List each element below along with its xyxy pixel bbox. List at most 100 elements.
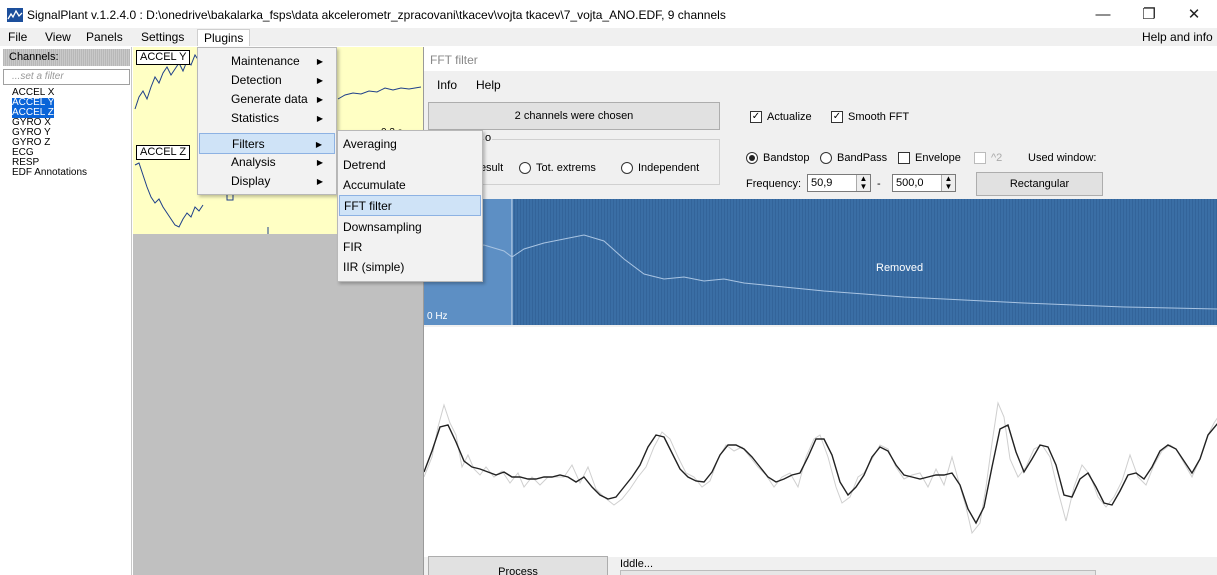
filters-menu-item-label: FFT filter	[344, 199, 392, 213]
menu-plugins[interactable]: Plugins	[197, 29, 251, 46]
menu-view[interactable]: View	[39, 29, 77, 46]
plugins-menu-item-label: Generate data	[231, 92, 308, 106]
plugins-menu-item-label: Maintenance	[231, 54, 300, 68]
checkbox-icon	[898, 152, 910, 164]
channel-filter-placeholder-text: set a filter	[20, 71, 64, 82]
process-button[interactable]: Process	[428, 556, 608, 575]
spin-arrows-icon[interactable]: ▲ ▼	[856, 175, 870, 191]
actualize-label: Actualize	[767, 111, 812, 123]
filters-menu-item[interactable]: Detrend	[339, 155, 481, 176]
radio-icon	[519, 162, 531, 174]
filters-menu-item[interactable]: Downsampling	[339, 217, 481, 238]
signal-label-accel-y: ACCEL Y	[136, 50, 191, 65]
freq-from-stepper[interactable]: 50,9 ▲ ▼	[807, 174, 871, 192]
channels-header: Channels:	[3, 49, 130, 66]
radio-selected-icon	[746, 152, 758, 164]
plugins-menu-item-label: Detection	[231, 73, 282, 87]
fft-menu-bar: Info Help	[424, 75, 1217, 95]
plugins-menu-item[interactable]: Detection ▶	[199, 70, 335, 91]
close-button[interactable]: ✕	[1171, 0, 1217, 30]
radio-icon	[820, 152, 832, 164]
minimize-button[interactable]: —	[1080, 0, 1126, 30]
freq-to-value: 500,0	[896, 177, 924, 189]
fft-menu-help[interactable]: Help	[476, 78, 501, 92]
plugins-menu-item[interactable]: Maintenance ▶	[199, 51, 335, 72]
menu-panels[interactable]: Panels	[80, 29, 129, 46]
submenu-arrow-icon: ▶	[316, 95, 323, 104]
filtered-waveform-view[interactable]	[424, 327, 1217, 557]
zero-hz-label: 0 Hz	[427, 311, 448, 322]
fft-title-bar: FFT filter	[424, 47, 1217, 71]
freq-from-value: 50,9	[811, 177, 833, 189]
radio-tot-extrems-label: Tot. extrems	[536, 162, 596, 174]
frequency-label: Frequency:	[746, 178, 802, 190]
freq-to-stepper[interactable]: 500,0 ▲ ▼	[892, 174, 956, 192]
filters-menu-item[interactable]: Accumulate	[339, 175, 481, 196]
menu-bar: File View Panels Settings Plugins Help a…	[0, 28, 1217, 46]
spectrum-view[interactable]: Removed 0 Hz	[424, 199, 1217, 325]
title-bar: SignalPlant v.1.2.4.0 : D:\onedrive\baka…	[0, 0, 1217, 30]
freq-separator: -	[877, 178, 881, 190]
pow2-label: ^2	[991, 152, 1003, 164]
submenu-arrow-icon: ▶	[316, 76, 323, 85]
menu-settings[interactable]: Settings	[135, 29, 190, 46]
radio-independent[interactable]: Independent	[621, 162, 699, 174]
channel-filter-input[interactable]: ...set a filter	[3, 69, 130, 85]
menu-file[interactable]: File	[2, 29, 33, 46]
maximize-button[interactable]: ❐	[1126, 0, 1172, 30]
filters-menu-item[interactable]: IIR (simple)	[339, 257, 481, 278]
plugins-menu-item[interactable]: Statistics ▶	[199, 108, 335, 129]
removed-band-label: Removed	[876, 262, 924, 274]
submenu-arrow-icon: ▶	[316, 158, 323, 167]
window-title: SignalPlant v.1.2.4.0 : D:\onedrive\baka…	[27, 8, 726, 22]
fft-filter-window: FFT filter Info Help 2 channels were cho…	[423, 47, 1217, 575]
envelope-checkbox[interactable]: Envelope	[898, 152, 961, 164]
fft-menu-info[interactable]: Info	[437, 78, 457, 92]
plugins-menu-item[interactable]: Generate data ▶	[199, 89, 335, 110]
submenu-arrow-icon: ▶	[316, 57, 323, 66]
smooth-fft-label: Smooth FFT	[848, 111, 910, 123]
bandpass-label: BandPass	[837, 152, 888, 164]
radio-bandpass[interactable]: BandPass	[820, 152, 887, 164]
filters-menu-item-fft[interactable]: FFT filter	[339, 195, 481, 216]
checkbox-icon	[974, 152, 986, 164]
progress-bar	[620, 570, 1096, 575]
check-icon: ✓	[750, 111, 762, 123]
plugins-menu-item[interactable]: Display ▶	[199, 171, 335, 192]
waveform-plot	[424, 401, 1217, 535]
pow2-checkbox[interactable]: ^2	[974, 152, 1002, 164]
bandstop-label: Bandstop	[763, 152, 810, 164]
envelope-label: Envelope	[915, 152, 961, 164]
filters-menu-item[interactable]: Averaging	[339, 134, 481, 155]
plugins-menu-item-filters[interactable]: Filters ▶	[199, 133, 335, 154]
plugins-menu-item-label: Statistics	[231, 111, 280, 125]
smooth-fft-checkbox[interactable]: ✓ Smooth FFT	[831, 111, 909, 123]
filters-submenu: Averaging Detrend Accumulate FFT filter …	[337, 130, 483, 282]
spin-arrows-icon[interactable]: ▲ ▼	[941, 175, 955, 191]
status-text: Iddle...	[620, 558, 654, 570]
menu-help-and-info[interactable]: Help and info	[1136, 29, 1217, 46]
filters-menu-item-label: Averaging	[343, 137, 397, 151]
radio-icon	[621, 162, 633, 174]
fft-window-title: FFT filter	[430, 53, 478, 67]
filters-menu-item-label: Downsampling	[343, 220, 422, 234]
signal-label-accel-z: ACCEL Z	[136, 145, 191, 160]
actualize-checkbox[interactable]: ✓ Actualize	[750, 111, 812, 123]
spectrum-plot	[424, 199, 1217, 325]
plugins-menu-item-label: Analysis	[231, 155, 276, 169]
plugins-dropdown: Maintenance ▶ Detection ▶ Generate data ▶ S…	[197, 47, 337, 195]
plugins-menu-item[interactable]: Analysis ▶	[199, 152, 335, 173]
display-group-label: o	[484, 132, 493, 144]
radio-tot-extrems[interactable]: Tot. extrems	[519, 162, 596, 174]
filters-menu-item-label: IIR (simple)	[343, 260, 405, 274]
window-type-button[interactable]: Rectangular	[976, 172, 1103, 196]
submenu-arrow-icon: ▶	[316, 114, 323, 123]
channels-panel: Channels: ...set a filter ACCEL X ACCEL …	[0, 47, 132, 575]
channels-chosen-button[interactable]: 2 channels were chosen	[428, 102, 720, 130]
filters-menu-item-label: Accumulate	[343, 178, 406, 192]
app-icon	[7, 8, 23, 22]
radio-bandstop[interactable]: Bandstop	[746, 152, 809, 164]
filters-menu-item[interactable]: FIR	[339, 237, 481, 258]
channel-item[interactable]: EDF Annotations	[12, 168, 130, 178]
check-icon: ✓	[831, 111, 843, 123]
